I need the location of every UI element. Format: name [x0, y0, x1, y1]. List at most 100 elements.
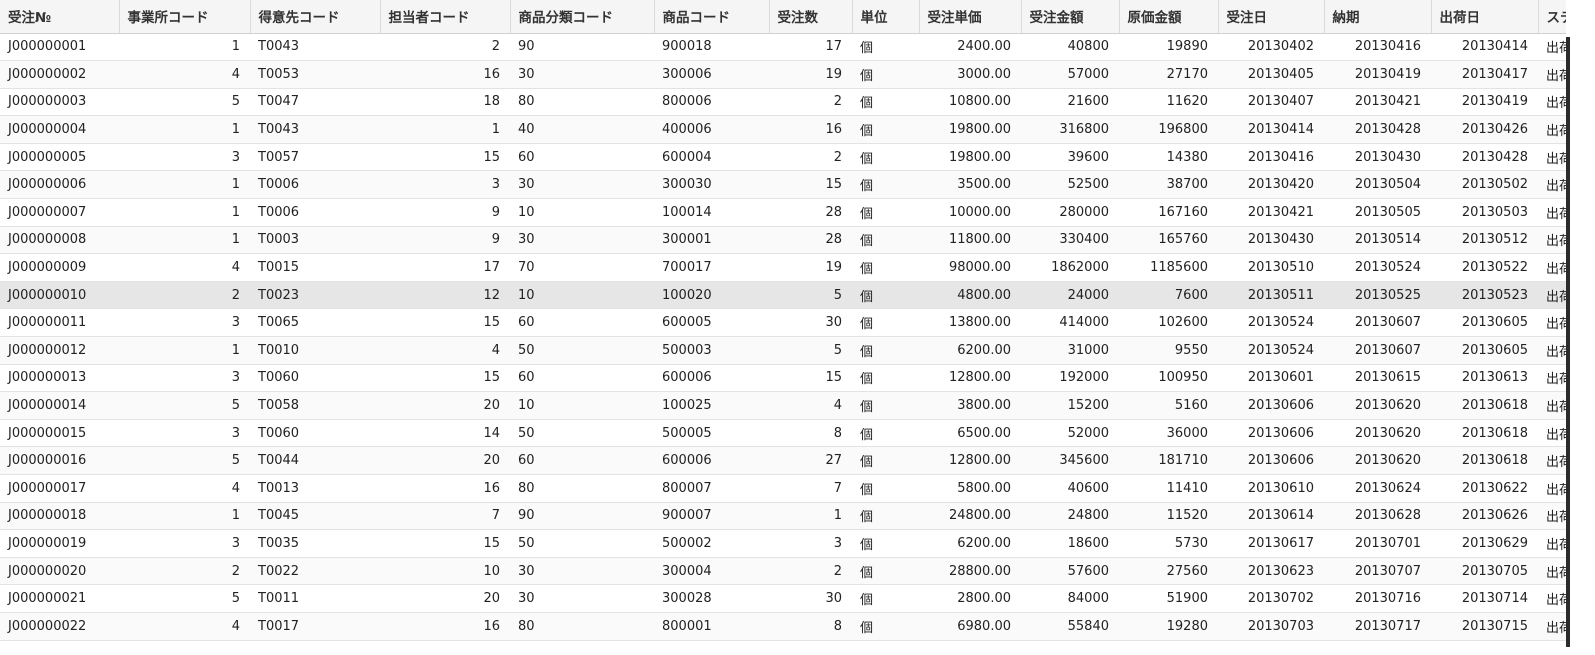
- category-code-cell[interactable]: 50: [510, 529, 654, 558]
- product-code-cell[interactable]: 100014: [654, 198, 769, 227]
- unit-price-cell[interactable]: 6200.00: [919, 529, 1021, 558]
- quantity-cell[interactable]: 2: [769, 143, 852, 172]
- order-amount-cell[interactable]: 31000: [1021, 336, 1119, 365]
- order-amount-cell[interactable]: 57600: [1021, 557, 1119, 586]
- order-date-cell[interactable]: 20130606: [1218, 419, 1324, 448]
- quantity-cell[interactable]: 2: [769, 88, 852, 117]
- due-date-cell[interactable]: 20130505: [1324, 198, 1431, 227]
- column-header-order-no[interactable]: 受注№: [0, 0, 120, 34]
- order-no-cell[interactable]: J000000019: [0, 529, 119, 558]
- staff-code-cell[interactable]: 16: [380, 60, 510, 89]
- status-cell[interactable]: 出荷: [1538, 198, 1566, 227]
- quantity-cell[interactable]: 2: [769, 557, 852, 586]
- office-code-cell[interactable]: 5: [119, 391, 250, 420]
- office-code-cell[interactable]: 4: [119, 612, 250, 641]
- unit-price-cell[interactable]: 11800.00: [919, 226, 1021, 255]
- office-code-cell[interactable]: 1: [119, 115, 250, 144]
- customer-code-cell[interactable]: T0011: [250, 584, 380, 613]
- cost-amount-cell[interactable]: 5730: [1119, 529, 1218, 558]
- cost-amount-cell[interactable]: 102600: [1119, 308, 1218, 338]
- unit-price-cell[interactable]: 10000.00: [919, 198, 1021, 227]
- quantity-cell[interactable]: 30: [769, 308, 852, 338]
- customer-code-cell[interactable]: T0057: [250, 143, 380, 172]
- status-cell[interactable]: 出荷: [1538, 88, 1566, 117]
- order-amount-cell[interactable]: 57000: [1021, 60, 1119, 89]
- customer-code-cell[interactable]: T0013: [250, 474, 380, 503]
- product-code-cell[interactable]: 500005: [654, 419, 769, 448]
- order-date-cell[interactable]: 20130614: [1218, 502, 1324, 531]
- order-date-cell[interactable]: 20130623: [1218, 557, 1324, 586]
- due-date-cell[interactable]: 20130607: [1324, 308, 1431, 338]
- customer-code-cell[interactable]: T0023: [250, 281, 380, 310]
- staff-code-cell[interactable]: 17: [380, 253, 510, 282]
- customer-code-cell[interactable]: T0043: [250, 115, 380, 144]
- quantity-cell[interactable]: 4: [769, 391, 852, 420]
- staff-code-cell[interactable]: 16: [380, 474, 510, 503]
- staff-code-cell[interactable]: 20: [380, 391, 510, 420]
- quantity-cell[interactable]: 19: [769, 253, 852, 282]
- status-cell[interactable]: 出荷: [1538, 170, 1566, 200]
- order-amount-cell[interactable]: 330400: [1021, 226, 1119, 255]
- unit-cell[interactable]: 個: [852, 502, 919, 531]
- office-code-cell[interactable]: 1: [119, 502, 250, 531]
- unit-cell[interactable]: 個: [852, 419, 919, 448]
- table-row[interactable]: J000000001 1 T0043 2 90 900018 17 個 2400.00 40800…: [0, 33, 1566, 62]
- quantity-cell[interactable]: 5: [769, 281, 852, 310]
- staff-code-cell[interactable]: 10: [380, 557, 510, 586]
- category-code-cell[interactable]: 80: [510, 88, 654, 117]
- category-code-cell[interactable]: 90: [510, 502, 654, 531]
- order-date-cell[interactable]: 20130617: [1218, 529, 1324, 558]
- due-date-cell[interactable]: 20130628: [1324, 502, 1431, 531]
- ship-date-cell[interactable]: 20130523: [1431, 281, 1538, 310]
- unit-cell[interactable]: 個: [852, 115, 919, 144]
- ship-date-cell[interactable]: 20130605: [1431, 336, 1538, 365]
- order-date-cell[interactable]: 20130407: [1218, 88, 1324, 117]
- unit-cell[interactable]: 個: [852, 336, 919, 365]
- customer-code-cell[interactable]: T0035: [250, 529, 380, 558]
- order-date-cell[interactable]: 20130405: [1218, 60, 1324, 89]
- staff-code-cell[interactable]: 15: [380, 364, 510, 393]
- product-code-cell[interactable]: 300004: [654, 557, 769, 586]
- order-amount-cell[interactable]: 192000: [1021, 364, 1119, 393]
- customer-code-cell[interactable]: T0043: [250, 33, 380, 62]
- product-code-cell[interactable]: 300030: [654, 170, 769, 200]
- cost-amount-cell[interactable]: 36000: [1119, 419, 1218, 448]
- staff-code-cell[interactable]: 4: [380, 336, 510, 365]
- ship-date-cell[interactable]: 20130714: [1431, 584, 1538, 613]
- order-date-cell[interactable]: 20130606: [1218, 391, 1324, 420]
- cost-amount-cell[interactable]: 19890: [1119, 33, 1218, 62]
- due-date-cell[interactable]: 20130701: [1324, 529, 1431, 558]
- customer-code-cell[interactable]: T0045: [250, 502, 380, 531]
- ship-date-cell[interactable]: 20130502: [1431, 170, 1538, 200]
- product-code-cell[interactable]: 100020: [654, 281, 769, 310]
- order-no-cell[interactable]: J000000021: [0, 584, 119, 613]
- ship-date-cell[interactable]: 20130626: [1431, 502, 1538, 531]
- unit-price-cell[interactable]: 4800.00: [919, 281, 1021, 310]
- status-cell[interactable]: 出荷: [1538, 391, 1566, 420]
- order-no-cell[interactable]: J000000022: [0, 612, 119, 641]
- table-row[interactable]: J000000021 5 T0011 20 30 300028 30 個 2800.00 8400…: [0, 584, 1566, 613]
- office-code-cell[interactable]: 5: [119, 88, 250, 117]
- unit-cell[interactable]: 個: [852, 33, 919, 62]
- category-code-cell[interactable]: 60: [510, 308, 654, 338]
- ship-date-cell[interactable]: 20130414: [1431, 33, 1538, 62]
- ship-date-cell[interactable]: 20130613: [1431, 364, 1538, 393]
- category-code-cell[interactable]: 50: [510, 336, 654, 365]
- column-header-quantity[interactable]: 受注数: [769, 0, 853, 34]
- due-date-cell[interactable]: 20130624: [1324, 474, 1431, 503]
- table-row[interactable]: J000000020 2 T0022 10 30 300004 2 個 28800.00 5760…: [0, 557, 1566, 586]
- quantity-cell[interactable]: 1: [769, 502, 852, 531]
- customer-code-cell[interactable]: T0053: [250, 60, 380, 89]
- due-date-cell[interactable]: 20130717: [1324, 612, 1431, 641]
- staff-code-cell[interactable]: 3: [380, 170, 510, 200]
- column-header-staff-code[interactable]: 担当者コード: [380, 0, 511, 34]
- due-date-cell[interactable]: 20130504: [1324, 170, 1431, 200]
- due-date-cell[interactable]: 20130416: [1324, 33, 1431, 62]
- order-no-cell[interactable]: J000000014: [0, 391, 119, 420]
- product-code-cell[interactable]: 600006: [654, 446, 769, 475]
- status-cell[interactable]: 出荷: [1538, 364, 1566, 393]
- order-amount-cell[interactable]: 24800: [1021, 502, 1119, 531]
- quantity-cell[interactable]: 19: [769, 60, 852, 89]
- due-date-cell[interactable]: 20130707: [1324, 557, 1431, 586]
- column-header-due-date[interactable]: 納期: [1324, 0, 1432, 34]
